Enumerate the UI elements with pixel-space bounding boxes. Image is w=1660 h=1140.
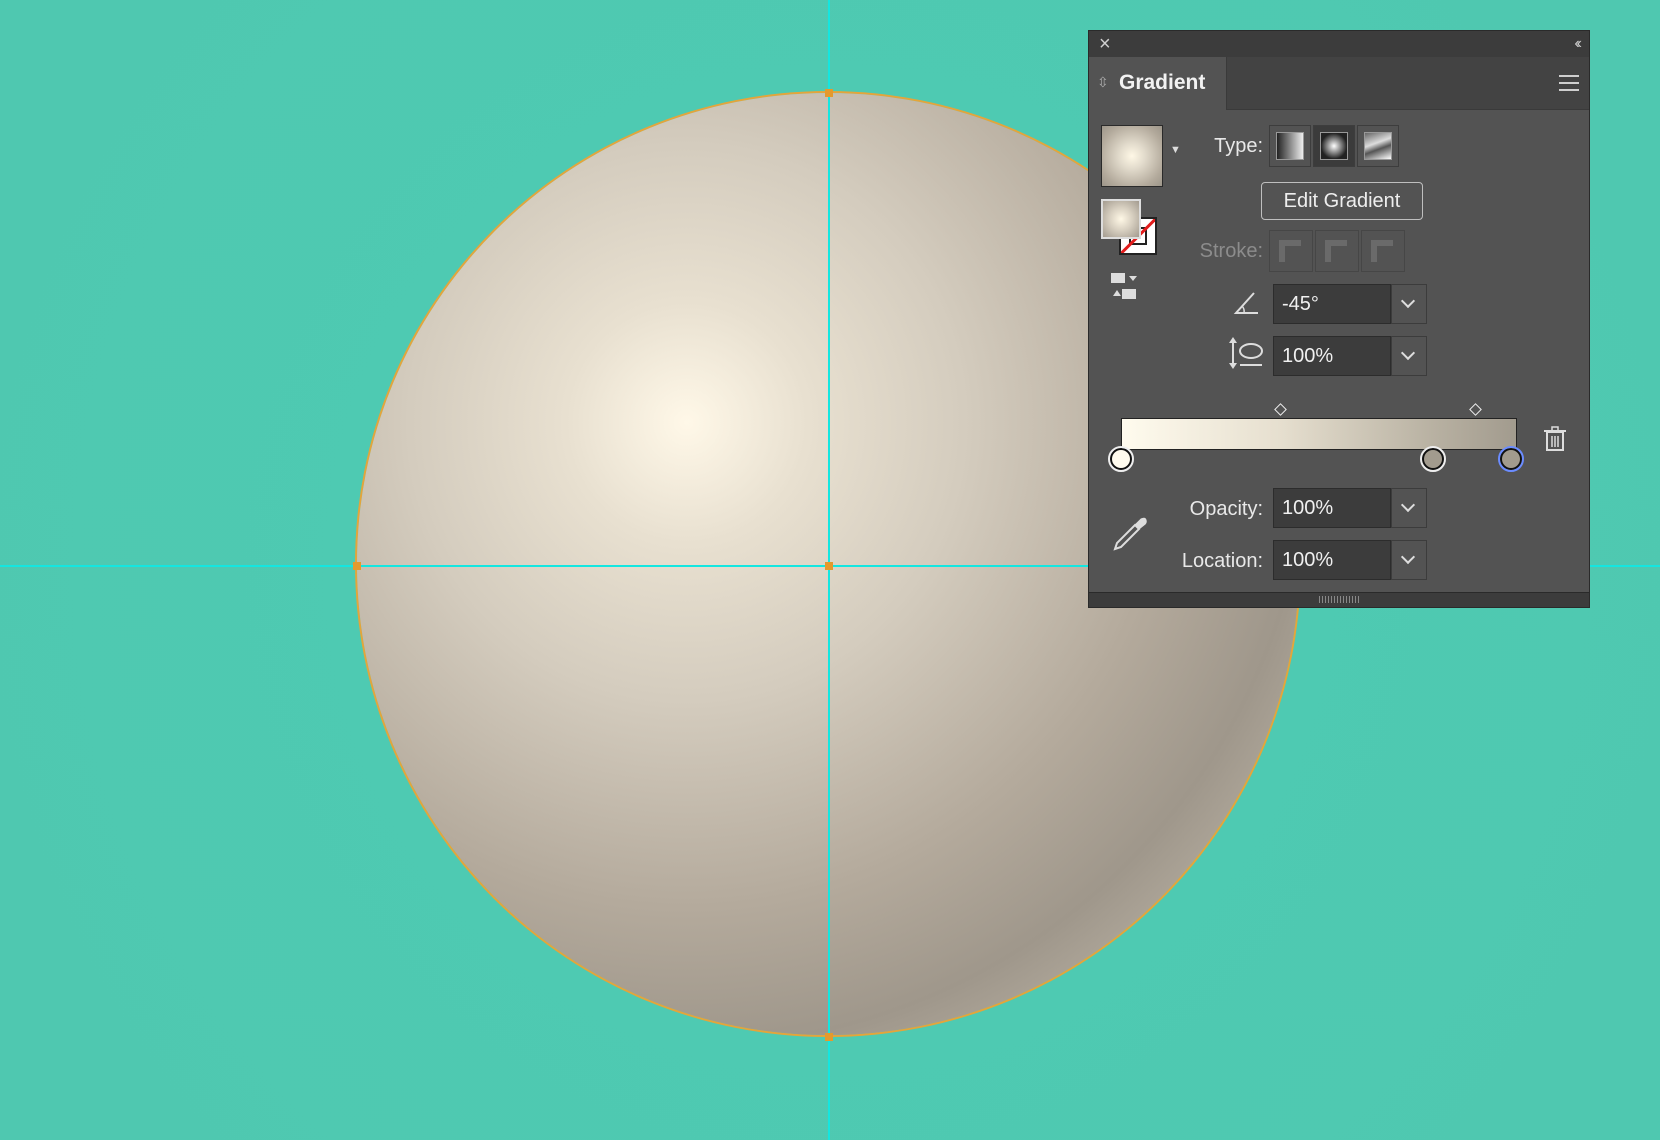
aspect-ratio-field: 100% [1273,336,1427,376]
tab-gradient[interactable]: ⇳ Gradient [1089,57,1227,110]
type-label: Type: [1214,135,1263,157]
location-field: 100% [1273,540,1427,580]
location-input[interactable]: 100% [1273,540,1391,580]
panel-menu-icon[interactable] [1559,75,1579,96]
edit-gradient-button[interactable]: Edit Gradient [1261,182,1423,220]
gradient-stop[interactable] [1420,446,1446,472]
gradient-thumbnail[interactable] [1101,125,1163,187]
vertical-guide[interactable] [828,0,830,1140]
aspect-ratio-dropdown[interactable] [1391,336,1427,376]
panel-title: Gradient [1119,71,1206,94]
location-label: Location: [1181,550,1263,572]
freeform-gradient-icon [1364,132,1392,160]
linear-gradient-button[interactable] [1269,125,1311,167]
angle-input[interactable]: -45° [1273,284,1391,324]
fill-swatch[interactable] [1101,199,1141,239]
panel-tab-row: ⇳ Gradient [1089,57,1589,110]
radial-gradient-icon [1320,132,1348,160]
stroke-across-button[interactable] [1361,230,1405,272]
stroke-within-button[interactable] [1269,230,1313,272]
gradient-preset-dropdown-icon[interactable]: ▼ [1170,144,1181,156]
gradient-midpoint[interactable] [1274,403,1287,416]
anchor-point-center[interactable] [825,562,833,570]
radial-gradient-button[interactable] [1313,125,1355,167]
stroke-along-button[interactable] [1315,230,1359,272]
angle-icon [1233,292,1258,314]
panel-resize-bar[interactable] [1089,592,1589,607]
panel-titlebar[interactable]: × ‹‹ [1089,31,1589,58]
opacity-label: Opacity: [1189,498,1263,520]
stroke-gradient-group [1269,230,1407,272]
anchor-point-top[interactable] [825,89,833,97]
opacity-field: 100% [1273,488,1427,528]
location-dropdown[interactable] [1391,540,1427,580]
resize-grip-icon[interactable] [1319,596,1359,603]
opacity-input[interactable]: 100% [1273,488,1391,528]
collapse-icon[interactable]: ‹‹ [1574,33,1581,55]
gradient-midpoint[interactable] [1469,403,1482,416]
gradient-type-group [1269,125,1401,167]
angle-field: -45° [1273,284,1427,324]
reverse-gradient-icon[interactable] [1109,271,1141,301]
opacity-dropdown[interactable] [1391,488,1427,528]
gradient-panel: × ‹‹ ⇳ Gradient ▼ Type: Edit Gradient St… [1088,30,1590,608]
gradient-stop[interactable] [1108,446,1134,472]
aspect-ratio-icon [1229,337,1263,369]
anchor-point-left[interactable] [353,562,361,570]
freeform-gradient-button[interactable] [1357,125,1399,167]
tab-expand-icon[interactable]: ⇳ [1097,74,1109,91]
stroke-label: Stroke: [1199,240,1263,262]
close-icon[interactable]: × [1099,33,1111,55]
gradient-slider[interactable] [1121,418,1517,450]
eyedropper-icon[interactable] [1111,515,1149,553]
gradient-stop-selected[interactable] [1498,446,1524,472]
angle-dropdown[interactable] [1391,284,1427,324]
delete-stop-icon[interactable] [1544,426,1566,452]
linear-gradient-icon [1276,132,1304,160]
aspect-ratio-input[interactable]: 100% [1273,336,1391,376]
anchor-point-bottom[interactable] [825,1033,833,1041]
